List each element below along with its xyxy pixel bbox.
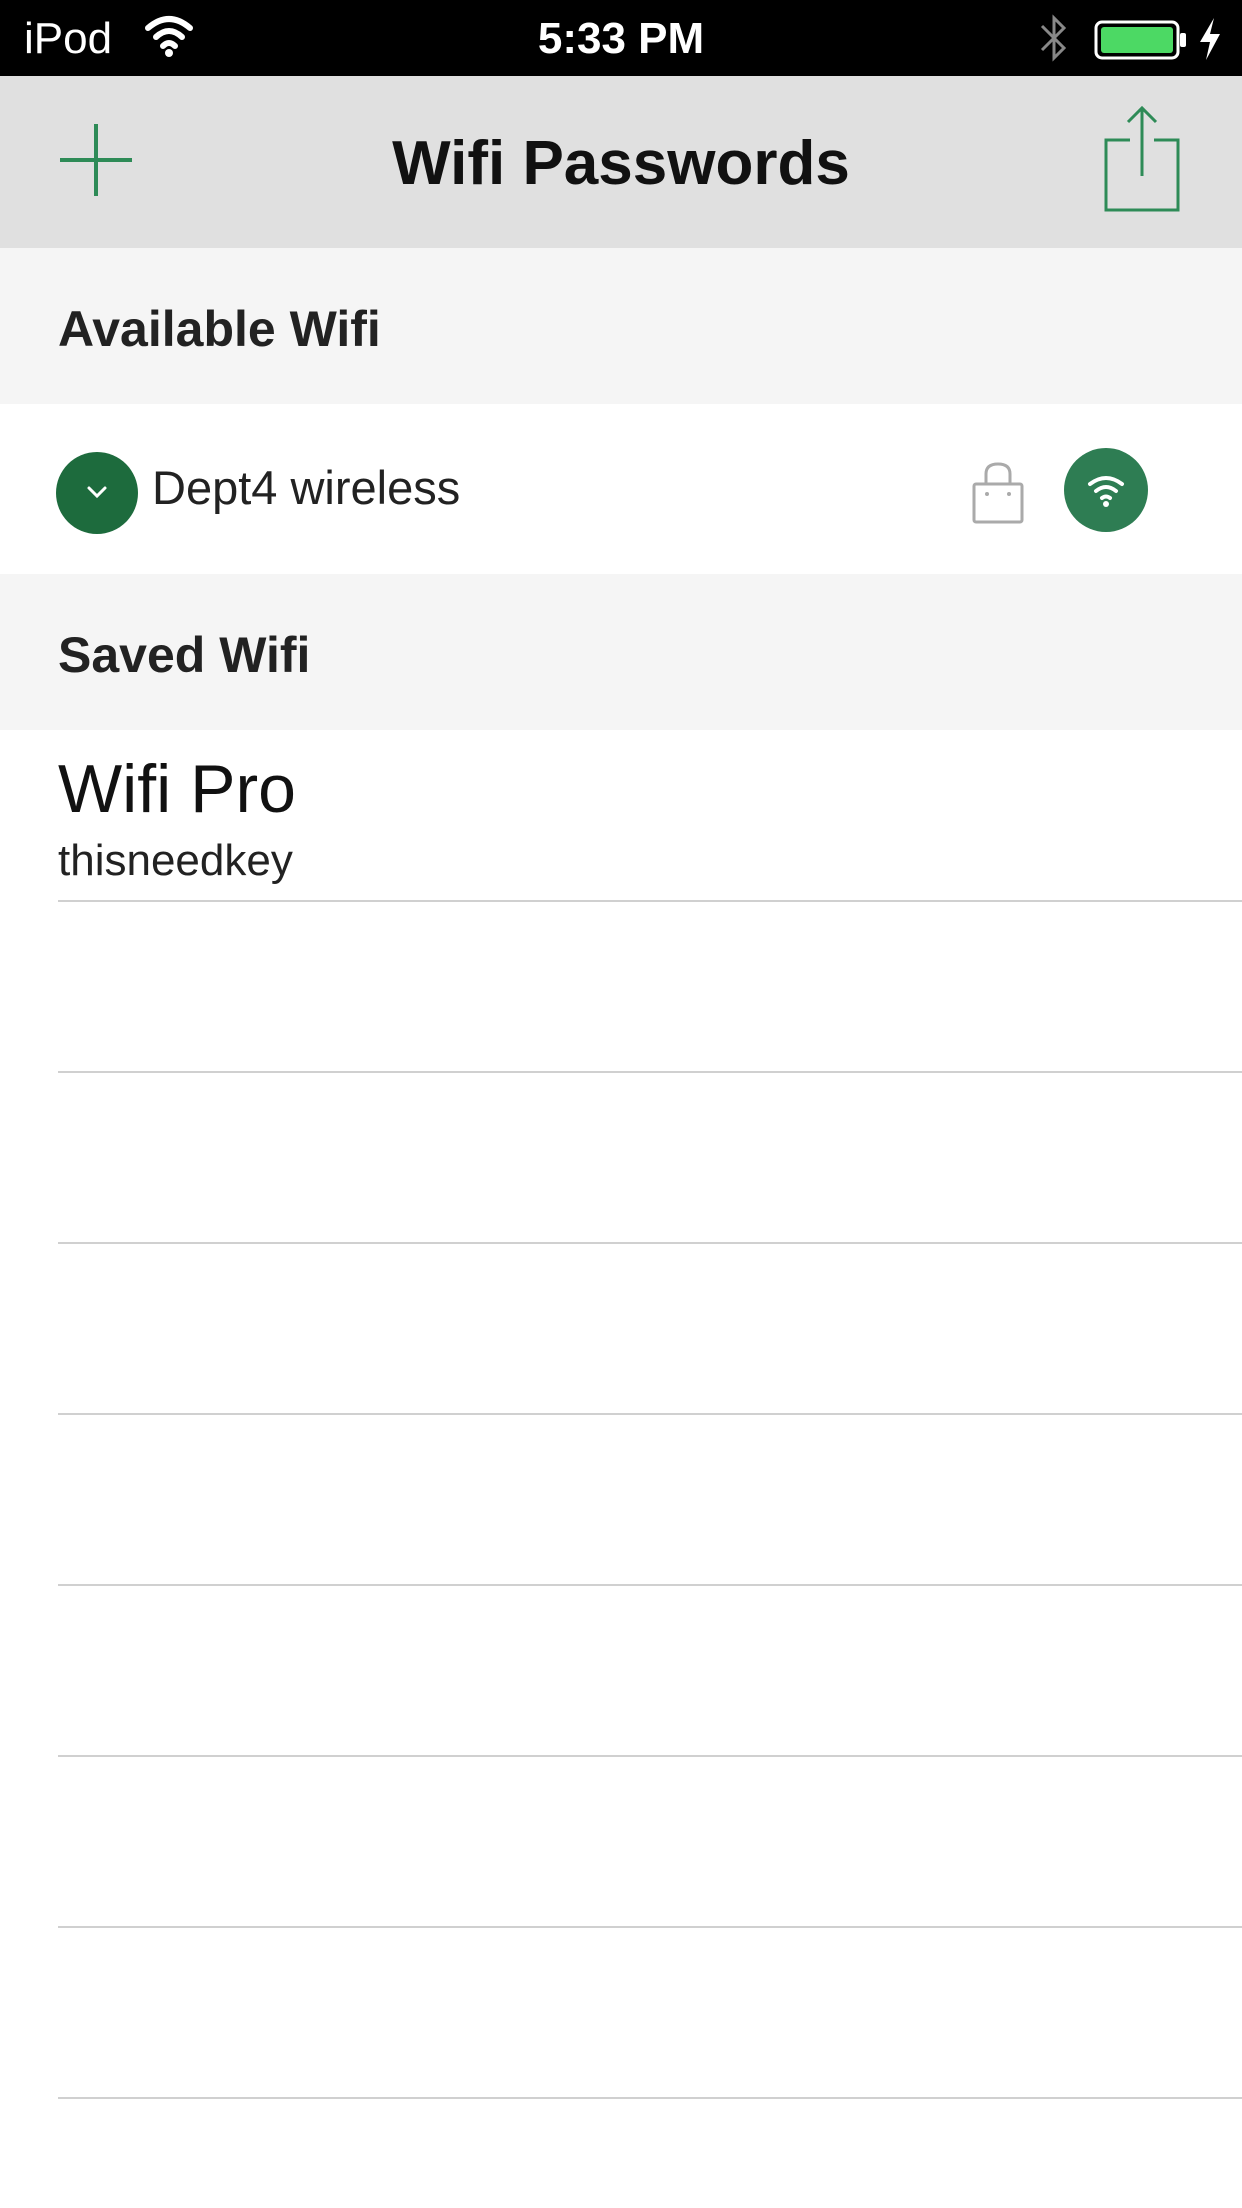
row-divider	[58, 2097, 1242, 2099]
saved-password: thisneedkey	[58, 836, 293, 885]
chevron-down-icon	[87, 486, 107, 499]
share-icon	[1104, 105, 1180, 212]
page-title: Wifi Passwords	[392, 129, 850, 198]
row-divider	[58, 1584, 1242, 1586]
section-title-available: Available Wifi	[58, 301, 381, 357]
wifi-icon	[1088, 476, 1124, 507]
network-name: Dept4 wireless	[152, 461, 461, 514]
bluetooth-icon	[1040, 14, 1067, 62]
status-bar: iPod 5:33 PM	[0, 0, 1242, 76]
connect-button[interactable]	[1064, 448, 1148, 532]
expand-button[interactable]	[56, 452, 138, 534]
row-divider	[58, 1071, 1242, 1073]
share-button[interactable]	[1100, 104, 1184, 214]
section-header-saved: Saved Wifi	[0, 574, 1242, 730]
lock-icon	[972, 462, 1024, 524]
row-divider	[58, 1755, 1242, 1757]
section-title-saved: Saved Wifi	[58, 627, 311, 683]
battery-icon	[1094, 20, 1186, 60]
available-network-row: Dept4 wireless	[0, 404, 1242, 574]
saved-network-item[interactable]: Wifi Pro thisneedkey	[0, 730, 1242, 900]
nav-bar: Wifi Passwords	[0, 76, 1242, 248]
row-divider	[58, 1242, 1242, 1244]
section-header-available: Available Wifi	[0, 248, 1242, 404]
row-divider	[58, 900, 1242, 902]
saved-ssid: Wifi Pro	[58, 751, 296, 827]
row-divider	[58, 1413, 1242, 1415]
charging-icon	[1200, 18, 1220, 60]
row-divider	[58, 1926, 1242, 1928]
